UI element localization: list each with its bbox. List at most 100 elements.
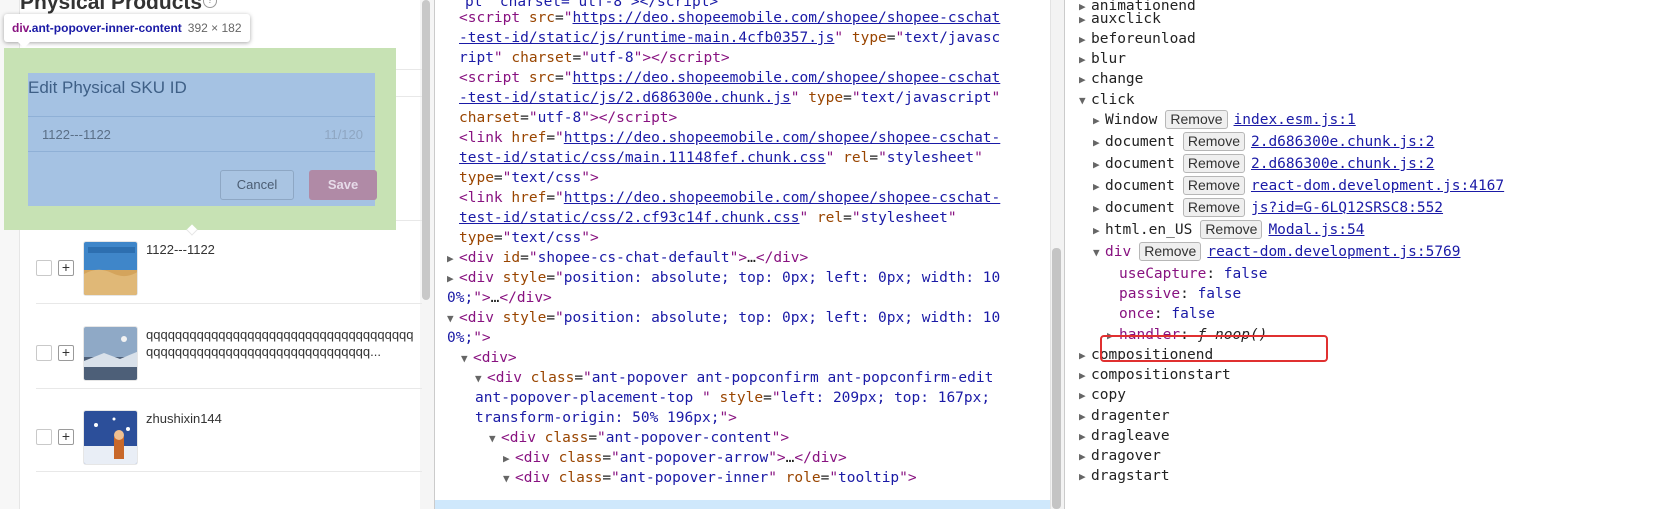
collapsed-triangle-icon[interactable]: ▶ — [447, 249, 459, 269]
collapsed-triangle-icon[interactable]: ▶ — [1093, 221, 1105, 241]
source-link[interactable]: react-dom.development.js:5769 — [1207, 244, 1460, 260]
code-line[interactable]: test-id/static/css/2.cf93c14f.chunk.css"… — [459, 208, 957, 228]
code-line[interactable]: ▼ <div> — [461, 348, 517, 369]
expand-button[interactable]: + — [58, 345, 74, 361]
expanded-triangle-icon[interactable]: ▼ — [1093, 243, 1105, 263]
expanded-triangle-icon[interactable]: ▼ — [447, 309, 459, 329]
app-scrollbar-thumb[interactable] — [422, 0, 430, 300]
source-link[interactable]: 2.d686300e.chunk.js:2 — [1251, 134, 1434, 150]
code-line[interactable]: 0%;">…</div> — [447, 288, 552, 308]
script-src-link[interactable]: -test-id/static/js/2.d686300e.chunk.js — [459, 90, 791, 106]
code-line[interactable]: <link href="https://deo.shopeemobile.com… — [459, 128, 1000, 148]
script-src-link[interactable]: https://deo.shopeemobile.com/shopee/shop… — [573, 70, 1001, 86]
expanded-triangle-icon[interactable]: ▼ — [489, 429, 501, 449]
listener-entry[interactable]: ▼ div Remove react-dom.development.js:5769 — [1093, 242, 1461, 263]
row-checkbox[interactable] — [36, 429, 52, 445]
row-checkbox[interactable] — [36, 345, 52, 361]
source-link[interactable]: 2.d686300e.chunk.js:2 — [1251, 156, 1434, 172]
collapsed-triangle-icon[interactable]: ▶ — [1093, 133, 1105, 153]
code-line[interactable]: -test-id/static/js/2.d686300e.chunk.js" … — [459, 88, 1000, 108]
link-href[interactable]: https://deo.shopeemobile.com/shopee/shop… — [564, 190, 1001, 206]
remove-button[interactable]: Remove — [1182, 154, 1245, 173]
remove-button[interactable]: Remove — [1182, 176, 1245, 195]
remove-button[interactable]: Remove — [1182, 198, 1245, 217]
collapsed-triangle-icon[interactable]: ▶ — [1079, 427, 1091, 447]
code-line[interactable]: ▶ <div style="position: absolute; top: 0p… — [447, 268, 1000, 289]
event-row[interactable]: ▼ click — [1079, 90, 1135, 111]
expanded-triangle-icon[interactable]: ▼ — [461, 349, 473, 369]
listener-entry[interactable]: ▶ Window Remove index.esm.js:1 — [1093, 110, 1356, 131]
sku-id-input[interactable]: 1122---1122 11/120 — [28, 119, 375, 149]
link-href[interactable]: test-id/static/css/main.11148fef.chunk.c… — [459, 150, 826, 166]
code-line[interactable]: type="text/css"> — [459, 228, 599, 248]
collapsed-triangle-icon[interactable]: ▶ — [1079, 70, 1091, 90]
listener-entry[interactable]: ▶ document Remove 2.d686300e.chunk.js:2 — [1093, 132, 1434, 153]
code-line[interactable]: transform-origin: 50% 196px;"> — [475, 408, 737, 428]
event-row[interactable]: ▶ beforeunload — [1079, 29, 1196, 50]
collapsed-triangle-icon[interactable]: ▶ — [1079, 407, 1091, 427]
code-line[interactable]: ▼ <div class="ant-popover-inner" role="to… — [503, 468, 917, 489]
collapsed-triangle-icon[interactable]: ▶ — [1079, 30, 1091, 50]
event-row[interactable]: ▶ dragover — [1079, 446, 1161, 467]
code-line[interactable]: type="text/css"> — [459, 168, 599, 188]
script-src-link[interactable]: -test-id/static/js/runtime-main.4cfb0357… — [459, 30, 834, 46]
remove-button[interactable]: Remove — [1139, 242, 1202, 261]
code-line[interactable]: charset="utf-8"></script> — [459, 108, 677, 128]
code-line[interactable]: -test-id/static/js/runtime-main.4cfb0357… — [459, 28, 1000, 48]
collapsed-triangle-icon[interactable]: ▶ — [1079, 346, 1091, 366]
collapsed-triangle-icon[interactable]: ▶ — [1093, 177, 1105, 197]
listener-entry[interactable]: ▶ document Remove js?id=G-6LQ12SRSC8:552 — [1093, 198, 1443, 219]
help-icon[interactable]: ? — [203, 0, 217, 8]
event-row[interactable]: ▶ blur — [1079, 49, 1126, 70]
collapsed-triangle-icon[interactable]: ▶ — [1079, 467, 1091, 487]
collapsed-triangle-icon[interactable]: ▶ — [503, 449, 515, 469]
code-line[interactable]: 0%;"> — [447, 328, 491, 348]
remove-button[interactable]: Remove — [1182, 132, 1245, 151]
event-row[interactable]: ▶ dragenter — [1079, 406, 1170, 427]
code-line[interactable]: ▼ <div style="position: absolute; top: 0p… — [447, 308, 1000, 329]
collapsed-triangle-icon[interactable]: ▶ — [1093, 155, 1105, 175]
collapsed-triangle-icon[interactable]: ▶ — [1093, 199, 1105, 219]
event-row[interactable]: ▶ compositionstart — [1079, 365, 1231, 386]
event-row[interactable]: ▶ auxclick — [1079, 9, 1161, 30]
link-href[interactable]: test-id/static/css/2.cf93c14f.chunk.css — [459, 210, 799, 226]
code-line[interactable]: <script src="https://deo.shopeemobile.co… — [459, 68, 1000, 88]
expanded-triangle-icon[interactable]: ▼ — [475, 369, 487, 389]
code-line[interactable]: ▼ <div class="ant-popover-content"> — [489, 428, 789, 449]
listener-entry[interactable]: ▶ document Remove react-dom.development.js:… — [1093, 176, 1504, 197]
remove-button[interactable]: Remove — [1165, 110, 1228, 129]
listener-entry[interactable]: ▶ document Remove 2.d686300e.chunk.js:2 — [1093, 154, 1434, 175]
script-src-link[interactable]: https://deo.shopeemobile.com/shopee/shop… — [573, 10, 1001, 26]
collapsed-triangle-icon[interactable]: ▶ — [1079, 10, 1091, 30]
elements-scrollbar-thumb[interactable] — [1052, 248, 1061, 509]
expanded-triangle-icon[interactable]: ▼ — [1079, 91, 1091, 111]
code-line[interactable]: <link href="https://deo.shopeemobile.com… — [459, 188, 1000, 208]
event-row[interactable]: ▶ dragleave — [1079, 426, 1170, 447]
expanded-triangle-icon[interactable]: ▼ — [503, 469, 515, 489]
collapsed-triangle-icon[interactable]: ▶ — [1093, 111, 1105, 131]
source-link[interactable]: react-dom.development.js:4167 — [1251, 178, 1504, 194]
remove-button[interactable]: Remove — [1200, 220, 1263, 239]
event-row[interactable]: ▶ change — [1079, 69, 1143, 90]
expand-button[interactable]: + — [58, 429, 74, 445]
code-line[interactable]: ript" charset="utf-8"></script> — [459, 48, 730, 68]
code-line[interactable]: test-id/static/css/main.11148fef.chunk.c… — [459, 148, 983, 168]
code-line[interactable]: <script src="https://deo.shopeemobile.co… — [459, 8, 1000, 28]
collapsed-triangle-icon[interactable]: ▶ — [1079, 447, 1091, 467]
code-line[interactable]: ▶ <div class="ant-popover-arrow">…</div> — [503, 448, 847, 469]
source-link[interactable]: Modal.js:54 — [1268, 222, 1364, 238]
selected-node-row[interactable] — [435, 500, 1054, 509]
expand-button[interactable]: + — [58, 260, 74, 276]
collapsed-triangle-icon[interactable]: ▶ — [447, 269, 459, 289]
cancel-button[interactable]: Cancel — [220, 170, 294, 200]
code-line[interactable]: ▼ <div class="ant-popover ant-popconfirm … — [475, 368, 993, 389]
listener-entry[interactable]: ▶ html.en_US Remove Modal.js:54 — [1093, 220, 1364, 241]
code-line[interactable]: ▶ <div id="shopee-cs-chat-default">…</div… — [447, 248, 808, 269]
collapsed-triangle-icon[interactable]: ▶ — [1079, 366, 1091, 386]
save-button[interactable]: Save — [309, 170, 377, 200]
collapsed-triangle-icon[interactable]: ▶ — [1079, 386, 1091, 406]
code-line[interactable]: ant-popover-placement-top " style="left:… — [475, 388, 990, 408]
source-link[interactable]: index.esm.js:1 — [1234, 112, 1356, 128]
event-row[interactable]: ▶ copy — [1079, 385, 1126, 406]
link-href[interactable]: https://deo.shopeemobile.com/shopee/shop… — [564, 130, 1001, 146]
